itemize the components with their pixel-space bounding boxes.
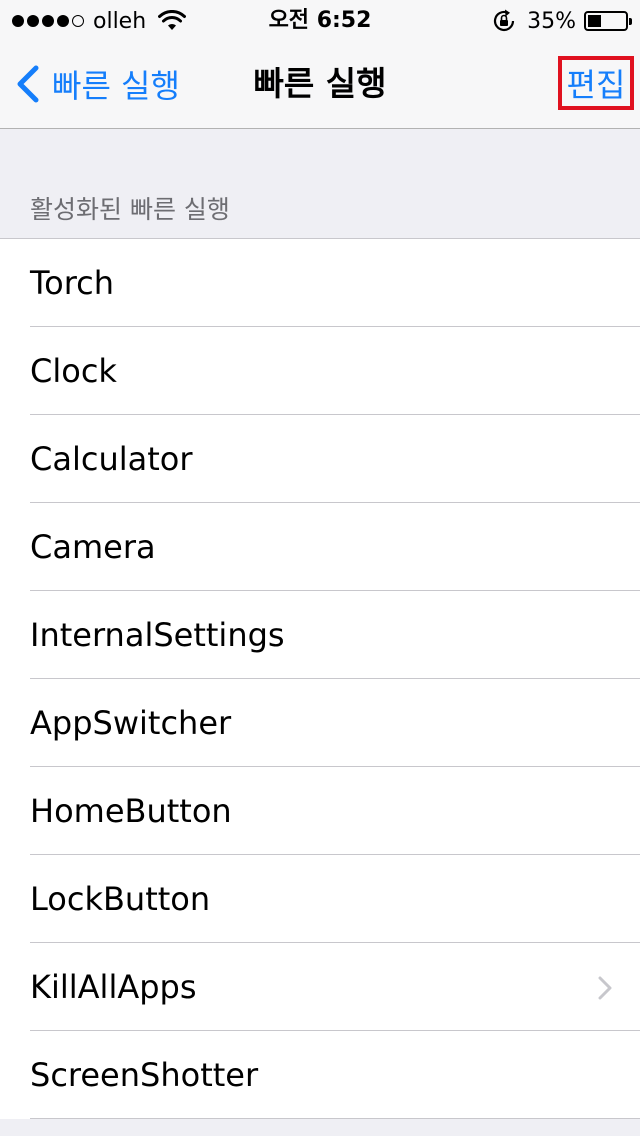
top-bar: olleh 오전 6:52 35% 빠른 실행 빠른 실행 편집 [0, 0, 640, 129]
list-item[interactable]: Camera [0, 503, 640, 591]
edit-button[interactable]: 편집 [558, 56, 634, 110]
battery-fill [588, 15, 601, 27]
list-item[interactable]: Calculator [0, 415, 640, 503]
screen: olleh 오전 6:52 35% 빠른 실행 빠른 실행 편집 활성화된 빠른… [0, 0, 640, 1136]
list-item-label: KillAllApps [30, 968, 197, 1006]
list-item[interactable]: LockButton [0, 855, 640, 943]
list-item[interactable]: HomeButton [0, 767, 640, 855]
row-separator [30, 1118, 640, 1119]
section-header: 활성화된 빠른 실행 [30, 195, 230, 224]
list-item-label: Calculator [30, 440, 193, 478]
rotation-lock-icon [494, 9, 515, 32]
status-right: 35% [491, 6, 632, 36]
list-item-label: HomeButton [30, 792, 232, 830]
list-item[interactable]: Clock [0, 327, 640, 415]
list-item[interactable]: KillAllApps [0, 943, 640, 1031]
list-item[interactable]: Torch [0, 239, 640, 327]
chevron-right-icon [598, 976, 612, 1000]
navigation-bar: 빠른 실행 빠른 실행 편집 [0, 40, 640, 128]
battery-percent: 35% [527, 8, 576, 34]
list-item-label: ScreenShotter [30, 1056, 259, 1094]
list-item[interactable]: InternalSettings [0, 591, 640, 679]
list-item-label: Camera [30, 528, 156, 566]
list-item-label: LockButton [30, 880, 211, 918]
list-item[interactable]: ScreenShotter [0, 1031, 640, 1119]
battery-icon [584, 11, 632, 31]
list-item-label: InternalSettings [30, 616, 285, 654]
battery-nub [629, 18, 632, 25]
list-item[interactable]: AppSwitcher [0, 679, 640, 767]
list-item-label: Torch [30, 264, 115, 302]
status-bar: olleh 오전 6:52 35% [0, 0, 640, 40]
page-title: 빠른 실행 [253, 64, 387, 103]
list-item-label: AppSwitcher [30, 704, 232, 742]
list-item-label: Clock [30, 352, 117, 390]
quick-action-list: Torch Clock Calculator Camera InternalSe… [0, 238, 640, 1119]
